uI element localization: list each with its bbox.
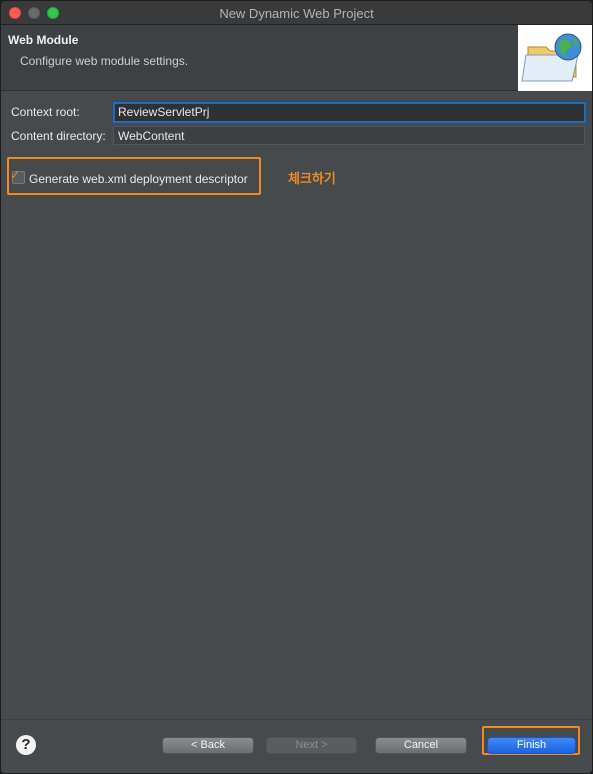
dialog-window: New Dynamic Web Project Web Module Confi… (0, 0, 593, 774)
content-directory-label: Content directory: (11, 129, 106, 143)
generate-descriptor-checkbox[interactable]: ✓ (10, 168, 25, 184)
content-directory-input[interactable]: WebContent (113, 126, 585, 145)
context-root-input[interactable]: ReviewServletPrj (113, 102, 586, 123)
page-description: Configure web module settings. (20, 54, 189, 68)
next-button[interactable]: Next > (266, 737, 357, 754)
checkmark-icon: ✓ (10, 168, 21, 182)
help-button[interactable]: ? (16, 735, 36, 755)
cancel-button[interactable]: Cancel (375, 737, 467, 754)
context-root-label: Context root: (11, 105, 80, 119)
window-title: New Dynamic Web Project (219, 6, 374, 21)
wizard-header: Web Module Configure web module settings… (1, 25, 592, 91)
folder-globe-icon (518, 25, 592, 91)
finish-button[interactable]: Finish (487, 737, 576, 754)
page-title: Web Module (8, 33, 79, 47)
back-button[interactable]: < Back (162, 737, 254, 754)
generate-descriptor-label[interactable]: Generate web.xml deployment descriptor (29, 172, 248, 186)
button-bar: ? < Back Next > Cancel Finish (1, 719, 592, 773)
title-bar: New Dynamic Web Project (1, 1, 592, 25)
annotation-note: 체크하기 (288, 171, 336, 186)
